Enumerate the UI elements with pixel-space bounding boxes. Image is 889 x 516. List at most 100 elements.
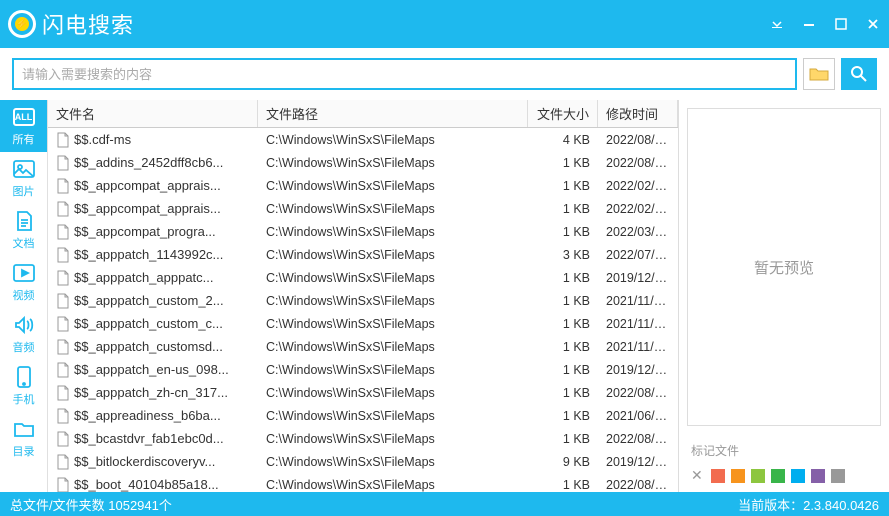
- all-icon: ALL: [12, 105, 36, 129]
- cell-name: $$_appcompat_apprais...: [48, 201, 258, 217]
- table-row[interactable]: $$_boot_40104b85a18...C:\Windows\WinSxS\…: [48, 473, 678, 492]
- table-row[interactable]: $$_apppatch_custom_2...C:\Windows\WinSxS…: [48, 289, 678, 312]
- tag-clear-icon[interactable]: ✕: [691, 467, 703, 484]
- cell-date: 2022/02/11 0...: [598, 202, 678, 216]
- tag-colors: ✕: [691, 467, 877, 484]
- cell-size: 1 KB: [528, 317, 598, 331]
- dropdown-icon[interactable]: [769, 16, 785, 32]
- sidebar: ALL所有图片文档视频音频手机目录: [0, 100, 48, 492]
- sidebar-item-label: 手机: [13, 391, 35, 407]
- cell-path: C:\Windows\WinSxS\FileMaps: [258, 202, 528, 216]
- cell-name: $$_boot_40104b85a18...: [48, 477, 258, 493]
- status-version: 当前版本：2.3.840.0426: [738, 495, 879, 514]
- status-bar: 总文件/文件夹数 1052941个 当前版本：2.3.840.0426: [0, 492, 889, 516]
- cell-path: C:\Windows\WinSxS\FileMaps: [258, 294, 528, 308]
- list-body[interactable]: $$.cdf-msC:\Windows\WinSxS\FileMaps4 KB2…: [48, 128, 678, 492]
- cell-size: 9 KB: [528, 455, 598, 469]
- list-header: 文件名 文件路径 文件大小 修改时间: [48, 100, 678, 128]
- table-row[interactable]: $$_bitlockerdiscoveryv...C:\Windows\WinS…: [48, 450, 678, 473]
- cell-size: 3 KB: [528, 248, 598, 262]
- table-row[interactable]: $$_appcompat_apprais...C:\Windows\WinSxS…: [48, 197, 678, 220]
- table-row[interactable]: $$_apppatch_custom_c...C:\Windows\WinSxS…: [48, 312, 678, 335]
- tag-color-swatch[interactable]: [791, 469, 805, 483]
- sidebar-item-all[interactable]: ALL所有: [0, 100, 47, 152]
- cell-path: C:\Windows\WinSxS\FileMaps: [258, 248, 528, 262]
- status-count: 总文件/文件夹数 1052941个: [10, 495, 738, 514]
- column-date[interactable]: 修改时间: [598, 100, 678, 127]
- cell-name: $$_apppatch_custom_2...: [48, 293, 258, 309]
- sidebar-item-dir[interactable]: 目录: [0, 412, 47, 464]
- table-row[interactable]: $$.cdf-msC:\Windows\WinSxS\FileMaps4 KB2…: [48, 128, 678, 151]
- cell-name: $$.cdf-ms: [48, 132, 258, 148]
- cell-name: $$_bitlockerdiscoveryv...: [48, 454, 258, 470]
- cell-size: 1 KB: [528, 294, 598, 308]
- cell-path: C:\Windows\WinSxS\FileMaps: [258, 133, 528, 147]
- image-icon: [12, 157, 36, 181]
- column-name[interactable]: 文件名: [48, 100, 258, 127]
- cell-path: C:\Windows\WinSxS\FileMaps: [258, 432, 528, 446]
- doc-icon: [12, 209, 36, 233]
- cell-path: C:\Windows\WinSxS\FileMaps: [258, 455, 528, 469]
- sidebar-item-image[interactable]: 图片: [0, 152, 47, 204]
- cell-size: 1 KB: [528, 225, 598, 239]
- cell-size: 1 KB: [528, 432, 598, 446]
- sidebar-item-label: 视频: [13, 287, 35, 303]
- cell-size: 1 KB: [528, 156, 598, 170]
- close-icon[interactable]: [865, 16, 881, 32]
- cell-path: C:\Windows\WinSxS\FileMaps: [258, 225, 528, 239]
- table-row[interactable]: $$_appcompat_apprais...C:\Windows\WinSxS…: [48, 174, 678, 197]
- cell-name: $$_appcompat_progra...: [48, 224, 258, 240]
- tag-color-swatch[interactable]: [731, 469, 745, 483]
- dir-icon: [12, 417, 36, 441]
- tag-color-swatch[interactable]: [751, 469, 765, 483]
- cell-path: C:\Windows\WinSxS\FileMaps: [258, 179, 528, 193]
- tag-section: 标记文件 ✕: [679, 434, 889, 492]
- cell-date: 2022/08/12 1...: [598, 386, 678, 400]
- table-row[interactable]: $$_appreadiness_b6ba...C:\Windows\WinSxS…: [48, 404, 678, 427]
- tag-color-swatch[interactable]: [831, 469, 845, 483]
- cell-date: 2019/12/07 1...: [598, 363, 678, 377]
- maximize-icon[interactable]: [833, 16, 849, 32]
- search-input[interactable]: [12, 58, 797, 90]
- table-row[interactable]: $$_appcompat_progra...C:\Windows\WinSxS\…: [48, 220, 678, 243]
- app-title: 闪电搜索: [42, 8, 134, 40]
- cell-date: 2022/08/10 1...: [598, 133, 678, 147]
- window-controls: [769, 16, 881, 32]
- sidebar-item-video[interactable]: 视频: [0, 256, 47, 308]
- table-row[interactable]: $$_bcastdvr_fab1ebc0d...C:\Windows\WinSx…: [48, 427, 678, 450]
- cell-size: 1 KB: [528, 386, 598, 400]
- cell-name: $$_apppatch_customsd...: [48, 339, 258, 355]
- tag-color-swatch[interactable]: [771, 469, 785, 483]
- tag-color-swatch[interactable]: [711, 469, 725, 483]
- cell-path: C:\Windows\WinSxS\FileMaps: [258, 156, 528, 170]
- sidebar-item-audio[interactable]: 音频: [0, 308, 47, 360]
- folder-button[interactable]: [803, 58, 835, 90]
- cell-name: $$_appreadiness_b6ba...: [48, 408, 258, 424]
- titlebar: ⚡ 闪电搜索: [0, 0, 889, 48]
- cell-name: $$_apppatch_1143992c...: [48, 247, 258, 263]
- tag-color-swatch[interactable]: [811, 469, 825, 483]
- column-size[interactable]: 文件大小: [528, 100, 598, 127]
- cell-name: $$_apppatch_custom_c...: [48, 316, 258, 332]
- cell-size: 1 KB: [528, 340, 598, 354]
- table-row[interactable]: $$_apppatch_zh-cn_317...C:\Windows\WinSx…: [48, 381, 678, 404]
- cell-date: 2022/07/19 0...: [598, 248, 678, 262]
- cell-path: C:\Windows\WinSxS\FileMaps: [258, 386, 528, 400]
- column-path[interactable]: 文件路径: [258, 100, 528, 127]
- sidebar-item-mobile[interactable]: 手机: [0, 360, 47, 412]
- search-button[interactable]: [841, 58, 877, 90]
- table-row[interactable]: $$_apppatch_customsd...C:\Windows\WinSxS…: [48, 335, 678, 358]
- table-row[interactable]: $$_apppatch_1143992c...C:\Windows\WinSxS…: [48, 243, 678, 266]
- table-row[interactable]: $$_apppatch_apppatc...C:\Windows\WinSxS\…: [48, 266, 678, 289]
- table-row[interactable]: $$_addins_2452dff8cb6...C:\Windows\WinSx…: [48, 151, 678, 174]
- cell-path: C:\Windows\WinSxS\FileMaps: [258, 478, 528, 492]
- sidebar-item-doc[interactable]: 文档: [0, 204, 47, 256]
- minimize-icon[interactable]: [801, 16, 817, 32]
- cell-name: $$_addins_2452dff8cb6...: [48, 155, 258, 171]
- cell-date: 2022/08/10 1...: [598, 156, 678, 170]
- file-list: 文件名 文件路径 文件大小 修改时间 $$.cdf-msC:\Windows\W…: [48, 100, 679, 492]
- cell-size: 1 KB: [528, 202, 598, 216]
- sidebar-item-label: 图片: [13, 183, 35, 199]
- mobile-icon: [12, 365, 36, 389]
- table-row[interactable]: $$_apppatch_en-us_098...C:\Windows\WinSx…: [48, 358, 678, 381]
